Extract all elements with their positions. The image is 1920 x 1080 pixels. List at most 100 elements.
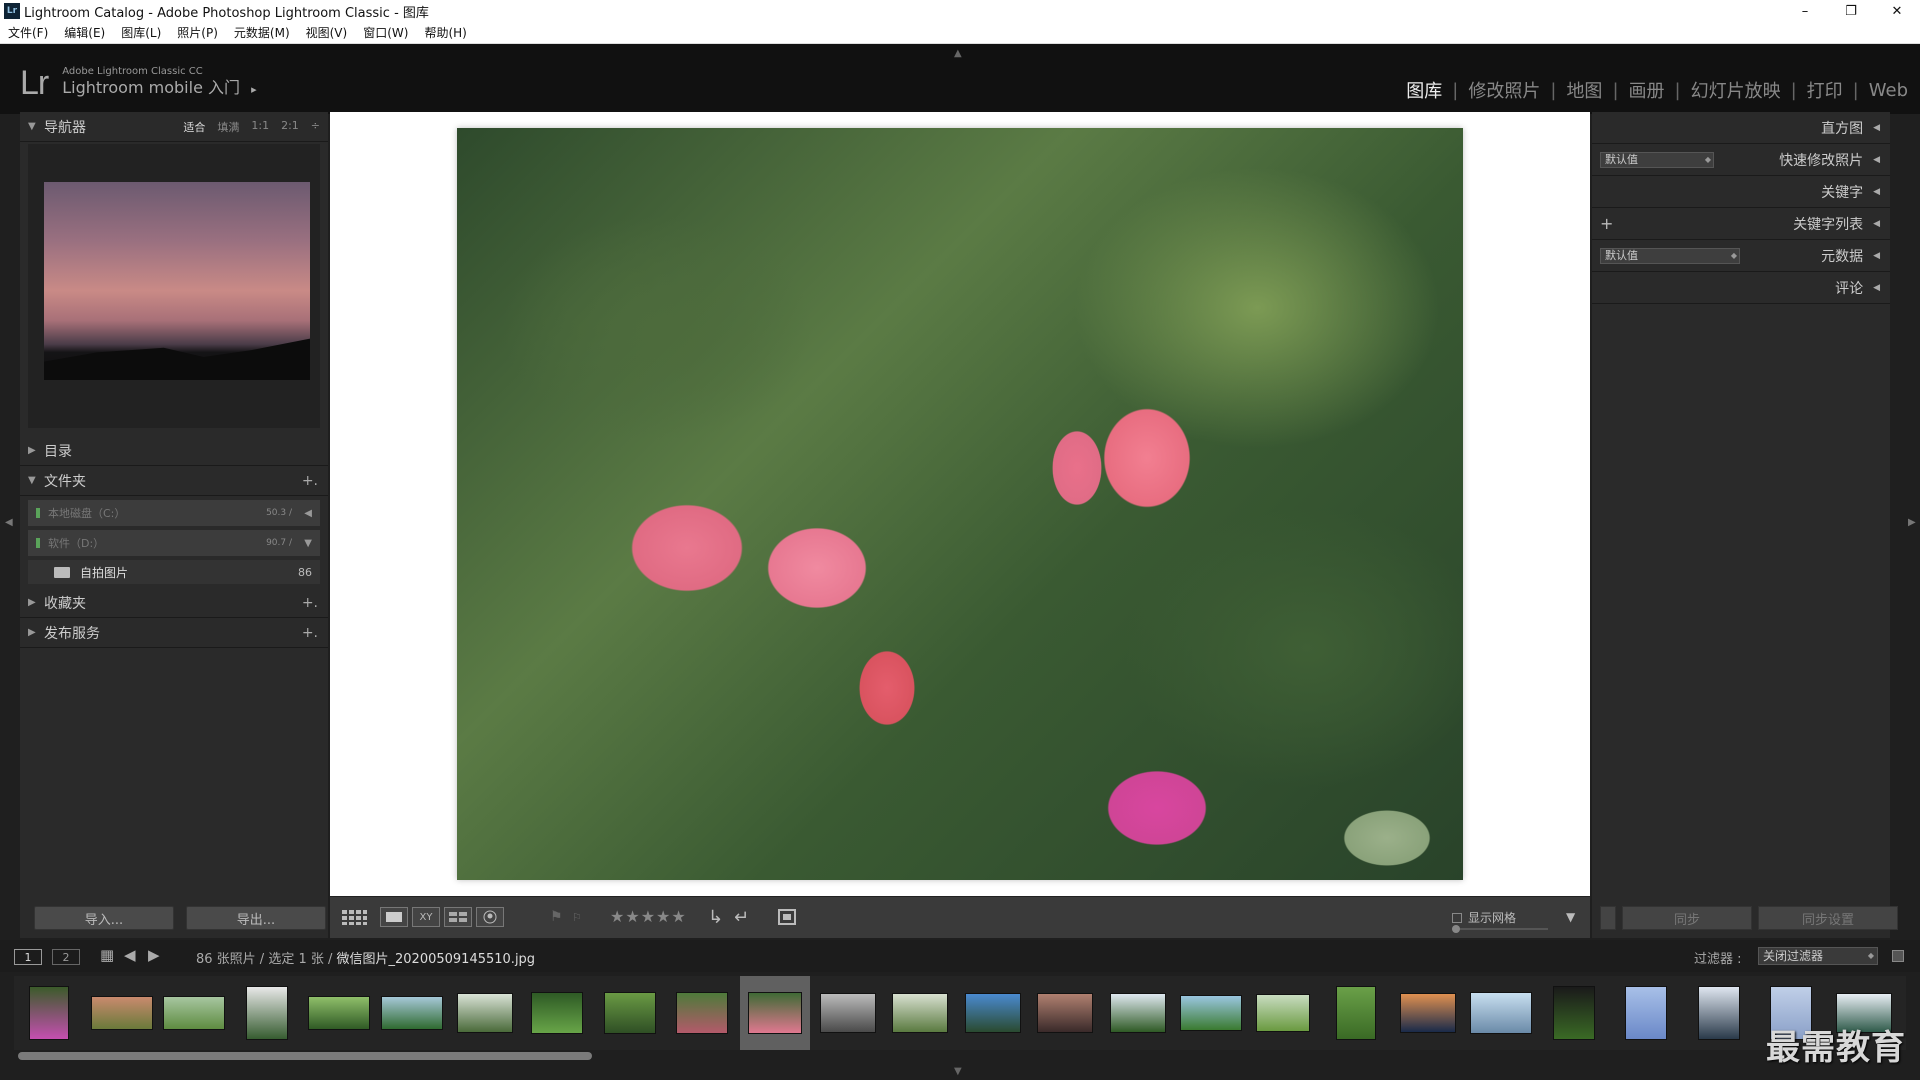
filmstrip-cell[interactable] — [159, 976, 229, 1050]
close-button[interactable]: ✕ — [1874, 0, 1920, 22]
filmstrip-cell[interactable] — [1248, 976, 1318, 1050]
metadata-header[interactable]: 默认值 ◆ 元数据 ◀ — [1592, 240, 1890, 272]
zoom-2-1[interactable]: 2:1 — [281, 119, 299, 135]
filmstrip-thumbnail[interactable] — [1037, 993, 1093, 1033]
filmstrip-thumbnail[interactable] — [1553, 986, 1595, 1040]
filmstrip-cell[interactable] — [1393, 976, 1463, 1050]
module-print[interactable]: 打印 — [1807, 77, 1843, 103]
drive-d[interactable]: 软件（D:） 90.7 / ▼ — [28, 530, 320, 556]
star-rating[interactable]: ★★★★★ — [610, 907, 687, 926]
filmstrip-cell[interactable] — [958, 976, 1028, 1050]
survey-view-button[interactable] — [444, 907, 472, 927]
top-panel-toggle-icon[interactable]: ▲ — [954, 48, 962, 59]
left-panel-toggle-icon[interactable]: ◀ — [5, 517, 13, 528]
menu-metadata[interactable]: 元数据(M) — [234, 24, 290, 41]
window-1-button[interactable]: 1 — [14, 949, 42, 965]
menu-edit[interactable]: 编辑(E) — [64, 24, 105, 41]
mobile-link[interactable]: Lightroom mobile 入门 ▸ — [62, 78, 256, 100]
export-button[interactable]: 导出... — [186, 906, 326, 930]
module-slideshow[interactable]: 幻灯片放映 — [1691, 77, 1781, 103]
triangle-left-icon[interactable]: ◀ — [304, 508, 312, 519]
filmstrip-cell[interactable] — [377, 976, 447, 1050]
zoom-fill[interactable]: 填满 — [217, 119, 239, 135]
filmstrip-thumbnail[interactable] — [1110, 993, 1166, 1033]
crop-overlay-button[interactable] — [776, 907, 798, 927]
menu-window[interactable]: 窗口(W) — [363, 24, 408, 41]
loupe-view[interactable] — [330, 112, 1590, 896]
filmstrip-cell[interactable] — [232, 976, 302, 1050]
filmstrip-thumbnail[interactable] — [1180, 995, 1242, 1031]
minimize-button[interactable]: – — [1782, 0, 1828, 22]
folder-item[interactable]: 自拍图片 86 — [28, 560, 320, 584]
show-grid-checkbox[interactable] — [1452, 912, 1462, 923]
filmstrip-thumbnail[interactable] — [457, 993, 513, 1033]
filmstrip-thumbnail[interactable] — [1400, 993, 1456, 1033]
keywording-header[interactable]: 关键字 ◀ — [1592, 176, 1890, 208]
add-folder-icon[interactable]: +. — [302, 473, 318, 489]
sync-settings-button[interactable]: 同步设置 — [1758, 906, 1898, 930]
filmstrip-thumbnail[interactable] — [381, 996, 443, 1030]
sync-button[interactable]: 同步 — [1622, 906, 1752, 930]
collections-header[interactable]: ▶ 收藏夹 +. — [20, 588, 328, 618]
add-keyword-icon[interactable]: + — [1600, 214, 1613, 233]
module-book[interactable]: 画册 — [1629, 77, 1665, 103]
filmstrip-cell[interactable] — [14, 976, 84, 1050]
restore-button[interactable]: ❐ — [1828, 0, 1874, 22]
filmstrip-thumbnail[interactable] — [29, 986, 69, 1040]
import-button[interactable]: 导入... — [34, 906, 174, 930]
menu-view[interactable]: 视图(V) — [306, 24, 348, 41]
filter-lock-icon[interactable] — [1892, 950, 1904, 962]
filmstrip-thumbnail[interactable] — [604, 992, 656, 1034]
zoom-fit[interactable]: 适合 — [183, 119, 205, 135]
menu-library[interactable]: 图库(L) — [121, 24, 161, 41]
filmstrip-cell[interactable] — [1030, 976, 1100, 1050]
navigator-preview[interactable] — [28, 144, 320, 428]
filmstrip-thumbnail[interactable] — [965, 993, 1021, 1033]
filmstrip[interactable] — [14, 976, 1906, 1050]
filmstrip-cell[interactable] — [595, 976, 665, 1050]
catalog-header[interactable]: ▶ 目录 — [20, 436, 328, 466]
filmstrip-thumbnail[interactable] — [1336, 986, 1376, 1040]
grid-view-button[interactable] — [340, 907, 368, 927]
filmstrip-cell[interactable] — [522, 976, 592, 1050]
module-develop[interactable]: 修改照片 — [1468, 77, 1540, 103]
quick-develop-preset-select[interactable]: 默认值 ◆ — [1600, 152, 1714, 168]
filter-select[interactable]: 关闭过滤器 ◆ — [1758, 947, 1878, 965]
navigator-header[interactable]: ▼ 导航器 适合 填满 1:1 2:1 ÷ — [20, 112, 328, 142]
loupe-view-button[interactable] — [380, 907, 408, 927]
filmstrip-scrollbar[interactable] — [18, 1052, 592, 1060]
rotate-left-icon[interactable]: ↳ — [708, 907, 723, 928]
grid-size-slider[interactable] — [1452, 925, 1548, 933]
bottom-panel-toggle-icon[interactable]: ▼ — [954, 1066, 962, 1077]
filmstrip-thumbnail[interactable] — [163, 996, 225, 1030]
filmstrip-thumbnail[interactable] — [676, 992, 728, 1034]
filmstrip-cell[interactable] — [1684, 976, 1754, 1050]
selected-filename[interactable]: 微信图片_20200509145510.jpg — [337, 952, 536, 967]
triangle-down-icon[interactable]: ▼ — [304, 538, 312, 549]
people-view-button[interactable] — [476, 907, 504, 927]
menu-photo[interactable]: 照片(P) — [177, 24, 218, 41]
filmstrip-cell[interactable] — [1176, 976, 1246, 1050]
drive-c[interactable]: 本地磁盘（C:） 50.3 / ◀ — [28, 500, 320, 526]
sync-toggle[interactable] — [1600, 906, 1616, 930]
filmstrip-thumbnail[interactable] — [1256, 994, 1310, 1032]
histogram-header[interactable]: 直方图 ◀ — [1592, 112, 1890, 144]
filmstrip-cell[interactable] — [1321, 976, 1391, 1050]
compare-view-button[interactable]: XY — [412, 907, 440, 927]
filmstrip-thumbnail[interactable] — [246, 986, 288, 1040]
filmstrip-thumbnail[interactable] — [748, 992, 802, 1034]
rotate-right-icon[interactable]: ↵ — [734, 907, 749, 928]
grid-icon[interactable]: ▦ — [100, 946, 114, 964]
filmstrip-cell[interactable] — [87, 976, 157, 1050]
back-arrow-icon[interactable]: ◀ — [124, 946, 136, 964]
filmstrip-cell[interactable] — [304, 976, 374, 1050]
menu-help[interactable]: 帮助(H) — [424, 24, 466, 41]
show-grid-option[interactable]: 显示网格 — [1452, 909, 1516, 926]
window-2-button[interactable]: 2 — [52, 949, 80, 965]
filmstrip-cell[interactable] — [1539, 976, 1609, 1050]
filmstrip-thumbnail[interactable] — [1625, 986, 1667, 1040]
right-panel-toggle-icon[interactable]: ▶ — [1908, 517, 1916, 528]
module-web[interactable]: Web — [1869, 80, 1908, 101]
folders-header[interactable]: ▼ 文件夹 +. — [20, 466, 328, 496]
module-library[interactable]: 图库 — [1406, 77, 1442, 103]
